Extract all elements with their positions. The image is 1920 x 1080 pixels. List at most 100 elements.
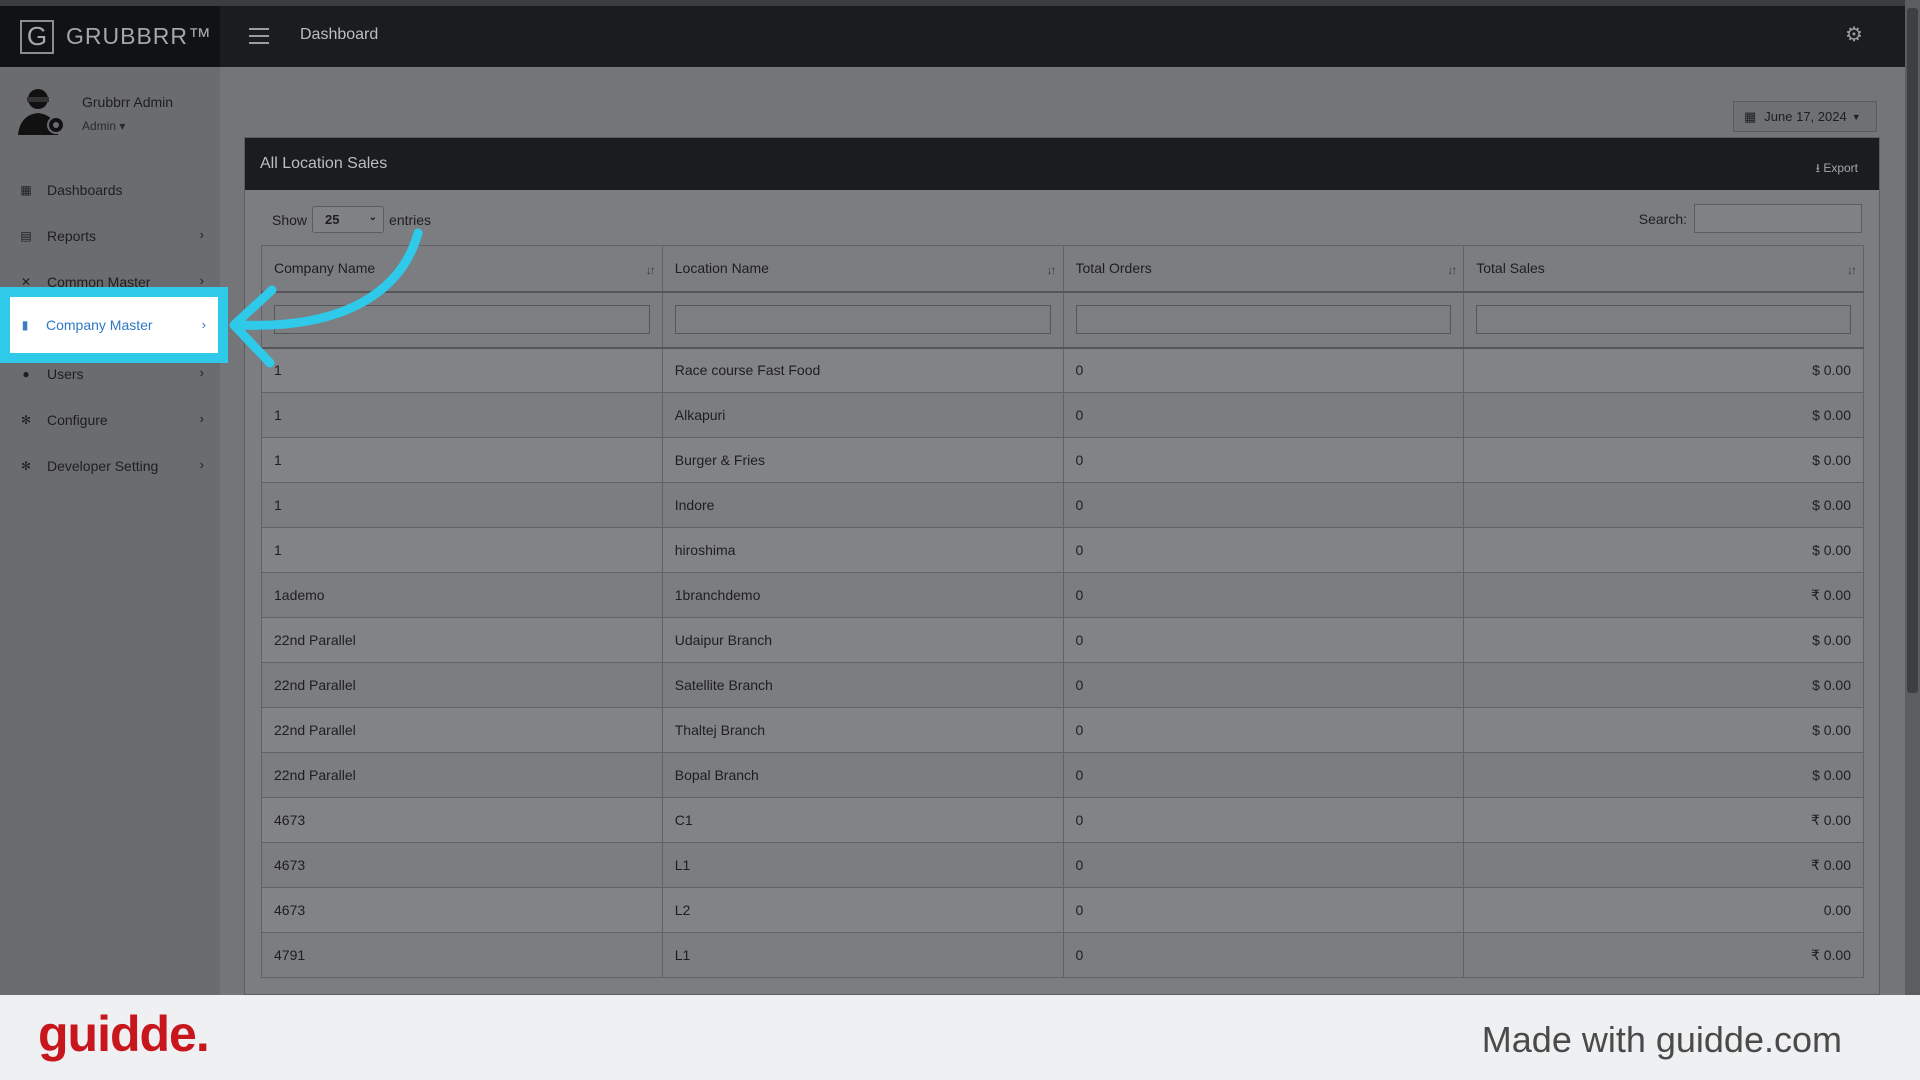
sort-icon: ↓↑ [1046,263,1057,277]
scrollbar[interactable] [1905,0,1920,995]
highlight-box: ▮ Company Master › [0,287,228,363]
chevron-right-icon: › [199,227,204,242]
profile-role-dropdown[interactable]: Admin ▾ [82,119,125,133]
table-cell: hiroshima [661,527,1064,573]
sidebar-item-label: Dashboards [47,182,123,198]
sort-icon: ↓↑ [645,263,656,277]
table-row: 4791 L1 0 ₹ 0.00 [261,932,1864,978]
date-picker-button[interactable]: ▦ June 17, 2024 ▼ [1733,101,1877,132]
filter-cell [661,291,1064,349]
table-cell: 0 [1062,932,1465,978]
table-cell: ₹ 0.00 [1463,572,1864,618]
table-cell: 0 [1062,527,1465,573]
total-orders-filter-input[interactable] [1075,305,1452,334]
table-cell: Bopal Branch [661,752,1064,798]
report-icon: ▤ [20,229,32,243]
table-cell: 22nd Parallel [261,752,663,798]
table-cell: Alkapuri [661,392,1064,438]
company-name-filter-input[interactable] [274,305,650,334]
user-profile: Grubbrr Admin Admin ▾ [0,67,220,152]
column-header-label: Location Name [674,260,769,277]
table-cell: 22nd Parallel [261,617,663,663]
chevron-right-icon: › [199,365,204,380]
table-cell: $ 0.00 [1463,347,1864,393]
panel-title: All Location Sales [260,155,388,172]
chevron-right-icon: › [199,457,204,472]
table-cell: 0 [1062,392,1465,438]
filter-cell [1062,291,1465,349]
sidebar-item-label: Users [47,366,84,382]
table-cell: 0 [1062,437,1465,483]
brand-name: GRUBBRR™ [66,23,213,49]
table-cell: 0 [1062,617,1465,663]
export-label: Export [1823,161,1858,175]
table-cell: 1 [261,392,663,438]
download-icon: ⭳ [1815,161,1820,175]
search-label: Search: [1638,210,1687,227]
avatar [18,89,65,135]
brand-logo-icon: G [20,19,54,54]
sidebar-item-reports[interactable]: ▤ Reports › [0,213,220,259]
brand[interactable]: G GRUBBRR™ [0,6,220,67]
table-cell: ₹ 0.00 [1463,932,1864,978]
top-navbar: G GRUBBRR™ Dashboard ⚙ [0,0,1905,67]
column-header-total-orders[interactable]: Total Orders ↓↑ [1062,245,1465,293]
table-cell: $ 0.00 [1463,437,1864,483]
export-button[interactable]: ⭳ Export [1816,159,1858,180]
table-row: 22nd Parallel Bopal Branch 0 $ 0.00 [261,752,1864,798]
table-cell: $ 0.00 [1463,527,1864,573]
sidebar-item-dashboards[interactable]: ▦ Dashboards [0,167,220,213]
table-cell: 0 [1062,572,1465,618]
sidebar-item-developer-setting[interactable]: ✻ Developer Setting › [0,443,220,489]
scrollbar-thumb[interactable] [1907,8,1918,693]
entries-label: entries [389,211,432,228]
all-location-sales-panel: All Location Sales ⭳ Export Show 25 ⌄ en… [244,137,1880,995]
table-cell: 0 [1062,347,1465,393]
table-cell: 1 [261,527,663,573]
column-header-company-name[interactable]: Company Name ↓↑ [261,245,663,293]
location-name-filter-input[interactable] [674,305,1051,334]
table-row: 4673 L1 0 ₹ 0.00 [261,842,1864,888]
table-cell: $ 0.00 [1463,662,1864,708]
table-search: Search: [1639,204,1862,233]
column-header-label: Company Name [274,260,376,277]
table-row: 1ademo 1branchdemo 0 ₹ 0.00 [261,572,1864,618]
building-icon: ▮ [21,318,29,332]
column-header-total-sales[interactable]: Total Sales ↓↑ [1463,245,1864,293]
date-value: June 17, 2024 [1764,109,1847,124]
table-cell: ₹ 0.00 [1463,842,1864,888]
gear-icon: ✻ [20,413,32,427]
guidde-footer: guidde. Made with guidde.com [0,995,1920,1080]
sidebar-item-label: Configure [47,412,108,428]
table-cell: 1 [261,347,663,393]
guidde-logo: guidde. [38,1006,210,1062]
table-cell: L1 [661,842,1064,888]
entries-select[interactable]: 25 ⌄ [312,206,385,233]
sort-icon: ↓↑ [1447,263,1457,277]
hamburger-icon[interactable] [249,28,269,44]
table-cell: 4791 [261,932,663,978]
caret-down-icon: ▼ [1851,111,1861,122]
chevron-down-icon: ⌄ [368,212,378,223]
gear-icon[interactable]: ⚙ [1845,25,1865,45]
table-cell: 4673 [261,887,663,933]
column-header-label: Total Orders [1075,260,1152,277]
total-sales-filter-input[interactable] [1476,305,1851,334]
table-cell: L1 [661,932,1064,978]
table-row: 1 Race course Fast Food 0 $ 0.00 [261,347,1864,393]
search-input[interactable] [1694,204,1862,233]
table-row: 1 Alkapuri 0 $ 0.00 [261,392,1864,438]
sidebar-item-company-master[interactable]: ▮ Company Master › [10,297,218,353]
user-add-icon: ● [22,367,30,381]
table-cell: Satellite Branch [661,662,1064,708]
table-cell: $ 0.00 [1463,707,1864,753]
table-cell: 0.00 [1463,887,1864,933]
column-header-location-name[interactable]: Location Name ↓↑ [661,245,1064,293]
table-cell: 4673 [261,842,663,888]
table-cell: 22nd Parallel [261,707,663,753]
table-cell: L2 [661,887,1064,933]
dashboard-icon: ▦ [20,183,32,197]
table-cell: 22nd Parallel [261,662,663,708]
sidebar-item-configure[interactable]: ✻ Configure › [0,397,220,443]
table-cell: 1 [261,482,663,528]
